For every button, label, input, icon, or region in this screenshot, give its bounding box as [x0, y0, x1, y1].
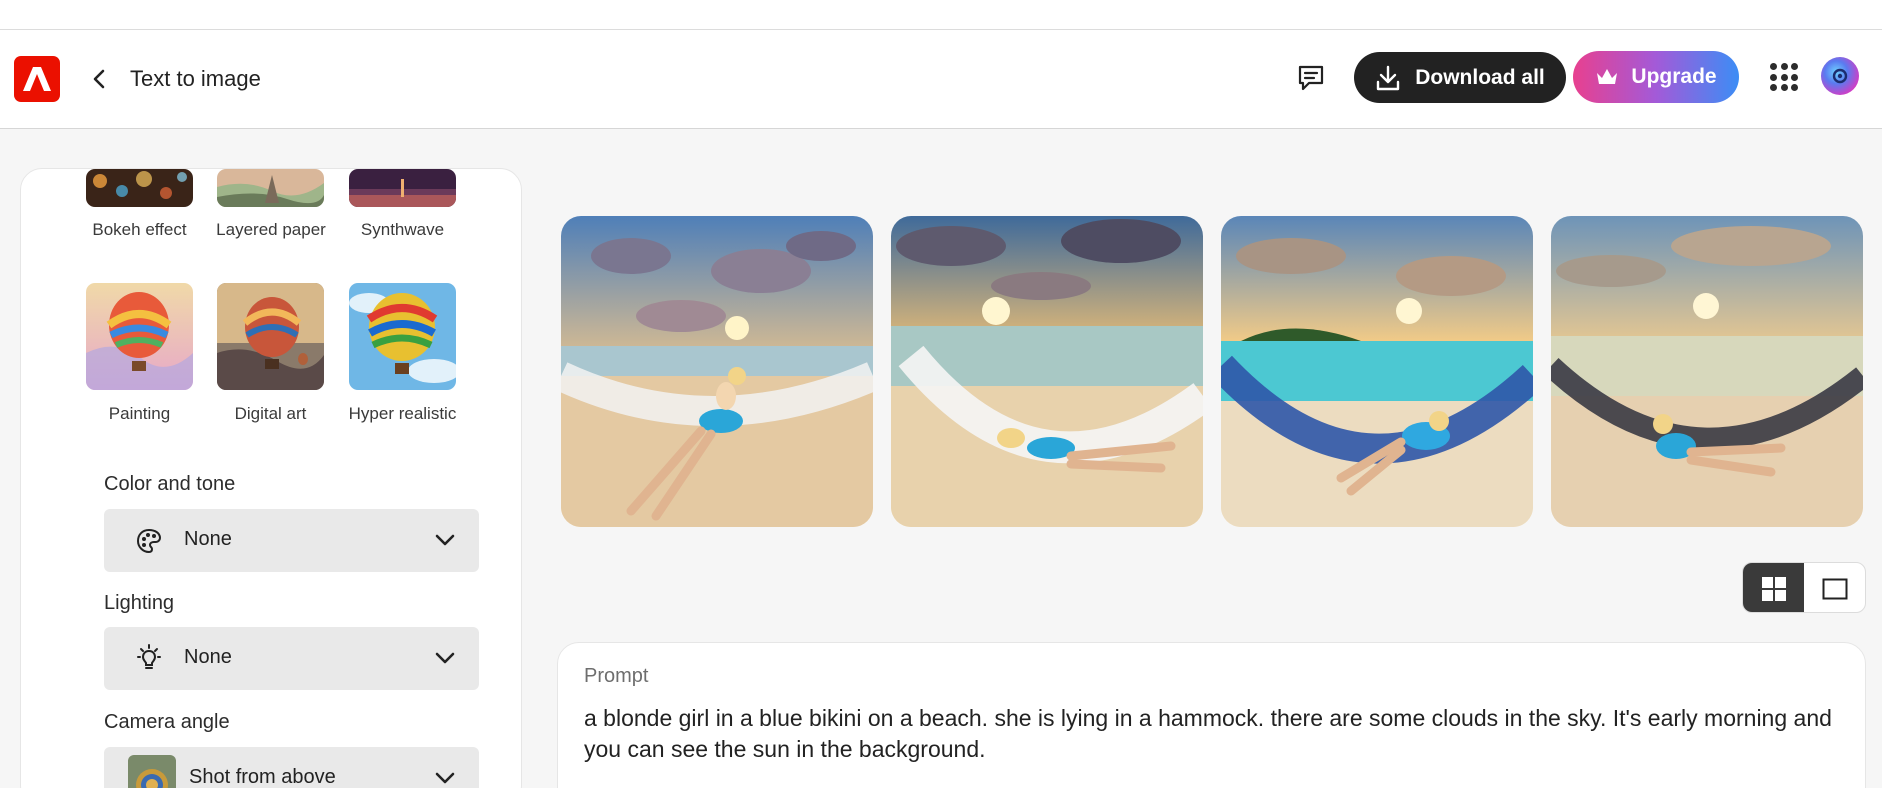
- effect-hyper-realistic-thumbnail[interactable]: [349, 283, 456, 390]
- camera-angle-value: Shot from above: [189, 766, 336, 788]
- effect-painting-label: Painting: [108, 404, 171, 423]
- lighting-value: None: [184, 646, 232, 668]
- grid-view-button[interactable]: [1743, 563, 1804, 612]
- upgrade-label: Upgrade: [1631, 65, 1717, 88]
- adobe-logo-icon[interactable]: [14, 56, 60, 102]
- settings-panel: Bokeh effect Layered paper Synthwave Pai…: [20, 168, 522, 788]
- page-title: Text to image: [130, 66, 261, 91]
- color-tone-label: Color and tone: [104, 473, 236, 495]
- single-view-button[interactable]: [1804, 563, 1865, 612]
- generated-image-4[interactable]: [1551, 216, 1863, 527]
- lighting-label: Lighting: [104, 592, 175, 614]
- effect-layered-paper-label: Layered paper: [216, 220, 326, 239]
- effect-bokeh-label: Bokeh effect: [92, 220, 187, 239]
- chevron-down-icon: [433, 766, 457, 788]
- color-tone-dropdown[interactable]: None: [104, 509, 479, 572]
- generated-image-3[interactable]: [1221, 216, 1533, 527]
- prompt-label: Prompt: [584, 665, 649, 687]
- effect-hyper-realistic-label: Hyper realistic: [348, 404, 457, 423]
- apps-grid-icon[interactable]: [1770, 63, 1798, 91]
- effect-bokeh-thumbnail[interactable]: [86, 169, 193, 207]
- comment-icon[interactable]: [1294, 61, 1328, 95]
- download-all-button[interactable]: Download all: [1354, 52, 1566, 103]
- lighting-dropdown[interactable]: None: [104, 627, 479, 690]
- app-header: Text to image Download all Upgrade: [0, 30, 1882, 129]
- chevron-down-icon: [433, 528, 457, 552]
- effect-digital-art-thumbnail[interactable]: [217, 283, 324, 390]
- lightbulb-icon: [134, 644, 164, 674]
- effect-layered-paper-thumbnail[interactable]: [217, 169, 324, 207]
- upgrade-button[interactable]: Upgrade: [1573, 51, 1739, 103]
- color-tone-value: None: [184, 528, 232, 550]
- generated-image-2[interactable]: [891, 216, 1203, 527]
- prompt-text[interactable]: a blonde girl in a blue bikini on a beac…: [584, 703, 1834, 765]
- effect-digital-art-label: Digital art: [234, 404, 307, 423]
- prompt-box[interactable]: Prompt a blonde girl in a blue bikini on…: [557, 642, 1866, 788]
- camera-angle-label: Camera angle: [104, 711, 230, 733]
- download-all-label: Download all: [1415, 65, 1545, 89]
- grid-view-icon: [1761, 576, 1786, 601]
- effect-synthwave-label: Synthwave: [360, 220, 445, 239]
- single-view-icon: [1822, 578, 1847, 599]
- crown-icon: [1597, 69, 1618, 84]
- effect-synthwave-thumbnail[interactable]: [349, 169, 456, 207]
- chevron-down-icon: [433, 646, 457, 670]
- generated-image-1[interactable]: [561, 216, 873, 527]
- avatar[interactable]: [1821, 57, 1859, 95]
- palette-icon: [134, 526, 164, 556]
- camera-angle-thumbnail: [128, 755, 176, 788]
- browser-top-strip: [0, 0, 1882, 30]
- download-icon: [1377, 65, 1400, 90]
- view-toggle: [1742, 562, 1866, 613]
- back-chevron-icon[interactable]: [86, 64, 112, 94]
- effect-painting-thumbnail[interactable]: [86, 283, 193, 390]
- camera-angle-dropdown[interactable]: Shot from above: [104, 747, 479, 788]
